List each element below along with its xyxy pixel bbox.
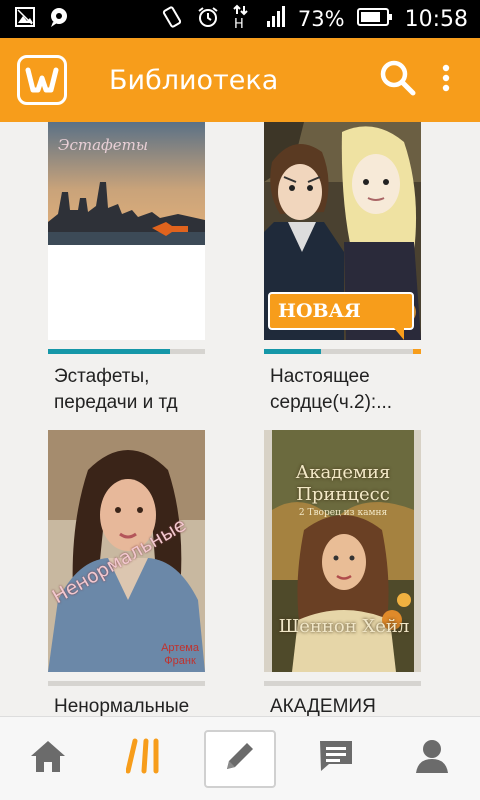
book-title-line: сердце(ч.2):... bbox=[270, 392, 393, 413]
book-title-line: передачи и тд bbox=[54, 392, 178, 413]
new-part-marker bbox=[413, 349, 421, 354]
book-title-line: Эстафеты, bbox=[54, 366, 150, 387]
cover-author-line: Франк bbox=[164, 655, 196, 667]
book-cover[interactable]: Ненормальные Артема Франк bbox=[48, 430, 205, 672]
overflow-menu-button[interactable] bbox=[426, 48, 466, 112]
status-bar: H 73% 10:58 bbox=[0, 0, 480, 38]
search-icon[interactable] bbox=[379, 59, 417, 102]
new-badge: НОВАЯ bbox=[268, 292, 414, 340]
nav-write-button[interactable] bbox=[204, 729, 276, 788]
page-title: Библиотека bbox=[109, 64, 279, 96]
nav-library-button[interactable] bbox=[108, 730, 180, 788]
reading-progress bbox=[264, 681, 421, 686]
cover-author: Артема Франк bbox=[161, 642, 199, 668]
signal-icon bbox=[266, 5, 286, 34]
library-icon[interactable] bbox=[125, 737, 162, 780]
svg-text:H: H bbox=[234, 17, 244, 30]
network-h-icon: H bbox=[232, 4, 254, 35]
book-title[interactable]: Настоящее сердце(ч.2):... bbox=[270, 364, 440, 416]
rotate-icon bbox=[160, 5, 184, 34]
book-title-line: Настоящее bbox=[270, 366, 370, 387]
gallery-icon bbox=[14, 6, 36, 33]
messages-icon[interactable] bbox=[317, 738, 355, 779]
write-icon[interactable] bbox=[223, 739, 257, 778]
wattpad-w-icon[interactable] bbox=[17, 55, 67, 105]
book-card[interactable]: НОВАЯ bbox=[264, 122, 421, 340]
reading-progress bbox=[48, 681, 205, 686]
bottom-navigation bbox=[0, 716, 480, 800]
chat-bubble-icon bbox=[48, 6, 70, 33]
book-cover[interactable]: Академия Принцесс 2 Творец из камня Шенн… bbox=[264, 430, 421, 672]
reading-progress bbox=[48, 349, 205, 354]
book-title[interactable]: Ненормальные bbox=[54, 694, 224, 716]
book-title[interactable]: АКАДЕМИЯ bbox=[270, 694, 440, 716]
cover-author: Шеннон Хейл bbox=[278, 616, 410, 637]
book-title-line: АКАДЕМИЯ bbox=[270, 696, 376, 716]
book-title-line: Ненормальные bbox=[54, 696, 190, 716]
search-button[interactable] bbox=[370, 48, 426, 112]
nav-home-button[interactable] bbox=[12, 730, 84, 788]
book-card[interactable]: Эстафеты bbox=[48, 122, 205, 340]
cover-title: Академия Принцесс bbox=[295, 462, 391, 505]
cover-author-line: Артема bbox=[161, 642, 199, 654]
library-grid: Эстафеты Эстафеты, передачи и тд НОВАЯ Н… bbox=[0, 122, 480, 716]
book-card[interactable]: Ненормальные Артема Франк bbox=[48, 430, 205, 672]
battery-percent: 73% bbox=[297, 7, 345, 31]
clock: 10:58 bbox=[404, 6, 468, 32]
nav-profile-button[interactable] bbox=[396, 730, 468, 788]
cover-title: Эстафеты bbox=[58, 136, 149, 154]
nav-messages-button[interactable] bbox=[300, 730, 372, 788]
overflow-menu-icon[interactable] bbox=[442, 64, 450, 97]
reading-progress bbox=[264, 349, 421, 354]
book-title[interactable]: Эстафеты, передачи и тд bbox=[54, 364, 224, 416]
cover-subtitle: 2 Творец из камня bbox=[298, 508, 388, 518]
book-cover[interactable]: Эстафеты bbox=[48, 122, 205, 340]
battery-icon bbox=[356, 7, 393, 32]
book-card[interactable]: Академия Принцесс 2 Творец из камня Шенн… bbox=[264, 430, 421, 672]
alarm-icon bbox=[196, 5, 220, 34]
profile-icon[interactable] bbox=[414, 738, 450, 779]
app-bar: Библиотека bbox=[0, 38, 480, 122]
home-icon[interactable] bbox=[29, 738, 67, 779]
book-cover[interactable]: НОВАЯ bbox=[264, 122, 421, 340]
